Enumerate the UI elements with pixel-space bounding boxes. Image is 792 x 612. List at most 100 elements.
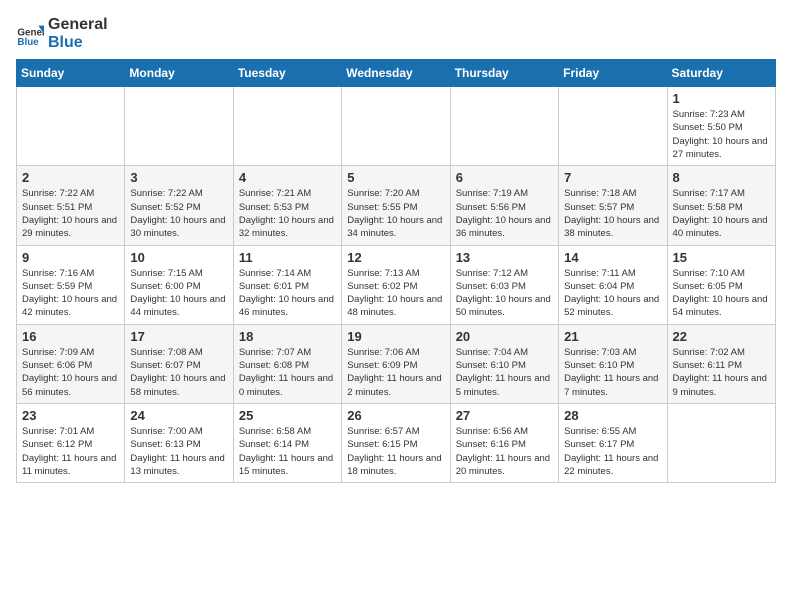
day-info: Sunrise: 7:10 AM Sunset: 6:05 PM Dayligh… <box>673 267 770 320</box>
calendar-cell: 23 Sunrise: 7:01 AM Sunset: 6:12 PM Dayli… <box>17 403 125 482</box>
calendar-cell: 20 Sunrise: 7:04 AM Sunset: 6:10 PM Dayli… <box>450 324 558 403</box>
day-number: 7 <box>564 170 661 185</box>
day-info: Sunrise: 7:00 AM Sunset: 6:13 PM Dayligh… <box>130 425 227 478</box>
day-info: Sunrise: 7:12 AM Sunset: 6:03 PM Dayligh… <box>456 267 553 320</box>
calendar-cell: 28 Sunrise: 6:55 AM Sunset: 6:17 PM Dayli… <box>559 403 667 482</box>
day-info: Sunrise: 7:07 AM Sunset: 6:08 PM Dayligh… <box>239 346 336 399</box>
calendar-week-3: 16 Sunrise: 7:09 AM Sunset: 6:06 PM Dayli… <box>17 324 776 403</box>
day-number: 8 <box>673 170 770 185</box>
day-info: Sunrise: 7:23 AM Sunset: 5:50 PM Dayligh… <box>673 108 770 161</box>
page-header: General Blue General Blue <box>16 16 776 51</box>
day-number: 24 <box>130 408 227 423</box>
day-number: 9 <box>22 250 119 265</box>
calendar-week-4: 23 Sunrise: 7:01 AM Sunset: 6:12 PM Dayli… <box>17 403 776 482</box>
calendar-cell: 13 Sunrise: 7:12 AM Sunset: 6:03 PM Dayli… <box>450 245 558 324</box>
day-header-saturday: Saturday <box>667 60 775 87</box>
day-number: 15 <box>673 250 770 265</box>
calendar-cell: 11 Sunrise: 7:14 AM Sunset: 6:01 PM Dayli… <box>233 245 341 324</box>
day-header-wednesday: Wednesday <box>342 60 450 87</box>
calendar-cell: 17 Sunrise: 7:08 AM Sunset: 6:07 PM Dayli… <box>125 324 233 403</box>
day-number: 27 <box>456 408 553 423</box>
day-info: Sunrise: 7:18 AM Sunset: 5:57 PM Dayligh… <box>564 187 661 240</box>
calendar-cell <box>450 87 558 166</box>
calendar-cell: 10 Sunrise: 7:15 AM Sunset: 6:00 PM Dayli… <box>125 245 233 324</box>
calendar-cell: 27 Sunrise: 6:56 AM Sunset: 6:16 PM Dayli… <box>450 403 558 482</box>
calendar-cell: 26 Sunrise: 6:57 AM Sunset: 6:15 PM Dayli… <box>342 403 450 482</box>
day-header-friday: Friday <box>559 60 667 87</box>
logo-general: General <box>48 16 108 33</box>
calendar-week-1: 2Sunrise: 7:22 AM Sunset: 5:51 PM Daylig… <box>17 166 776 245</box>
day-info: Sunrise: 7:15 AM Sunset: 6:00 PM Dayligh… <box>130 267 227 320</box>
calendar-cell: 1 Sunrise: 7:23 AM Sunset: 5:50 PM Daylig… <box>667 87 775 166</box>
day-number: 20 <box>456 329 553 344</box>
calendar-cell: 25 Sunrise: 6:58 AM Sunset: 6:14 PM Dayli… <box>233 403 341 482</box>
day-info: Sunrise: 6:55 AM Sunset: 6:17 PM Dayligh… <box>564 425 661 478</box>
calendar-week-0: 1 Sunrise: 7:23 AM Sunset: 5:50 PM Daylig… <box>17 87 776 166</box>
day-number: 1 <box>673 91 770 106</box>
day-info: Sunrise: 7:06 AM Sunset: 6:09 PM Dayligh… <box>347 346 444 399</box>
day-info: Sunrise: 7:17 AM Sunset: 5:58 PM Dayligh… <box>673 187 770 240</box>
day-info: Sunrise: 6:58 AM Sunset: 6:14 PM Dayligh… <box>239 425 336 478</box>
calendar-header-row: SundayMondayTuesdayWednesdayThursdayFrid… <box>17 60 776 87</box>
day-info: Sunrise: 7:11 AM Sunset: 6:04 PM Dayligh… <box>564 267 661 320</box>
day-number: 5 <box>347 170 444 185</box>
calendar-cell: 2Sunrise: 7:22 AM Sunset: 5:51 PM Daylig… <box>17 166 125 245</box>
calendar-cell: 7 Sunrise: 7:18 AM Sunset: 5:57 PM Daylig… <box>559 166 667 245</box>
calendar-cell: 22 Sunrise: 7:02 AM Sunset: 6:11 PM Dayli… <box>667 324 775 403</box>
day-number: 11 <box>239 250 336 265</box>
day-number: 22 <box>673 329 770 344</box>
day-info: Sunrise: 7:19 AM Sunset: 5:56 PM Dayligh… <box>456 187 553 240</box>
day-number: 3 <box>130 170 227 185</box>
day-info: Sunrise: 7:13 AM Sunset: 6:02 PM Dayligh… <box>347 267 444 320</box>
day-info: Sunrise: 7:16 AM Sunset: 5:59 PM Dayligh… <box>22 267 119 320</box>
calendar-cell: 15 Sunrise: 7:10 AM Sunset: 6:05 PM Dayli… <box>667 245 775 324</box>
logo-blue: Blue <box>48 34 83 51</box>
day-info: Sunrise: 7:02 AM Sunset: 6:11 PM Dayligh… <box>673 346 770 399</box>
calendar-cell: 8 Sunrise: 7:17 AM Sunset: 5:58 PM Daylig… <box>667 166 775 245</box>
day-info: Sunrise: 6:56 AM Sunset: 6:16 PM Dayligh… <box>456 425 553 478</box>
calendar-cell: 3 Sunrise: 7:22 AM Sunset: 5:52 PM Daylig… <box>125 166 233 245</box>
day-number: 28 <box>564 408 661 423</box>
day-number: 25 <box>239 408 336 423</box>
calendar-cell: 21Sunrise: 7:03 AM Sunset: 6:10 PM Dayli… <box>559 324 667 403</box>
day-number: 19 <box>347 329 444 344</box>
day-header-sunday: Sunday <box>17 60 125 87</box>
day-info: Sunrise: 7:08 AM Sunset: 6:07 PM Dayligh… <box>130 346 227 399</box>
day-info: Sunrise: 7:09 AM Sunset: 6:06 PM Dayligh… <box>22 346 119 399</box>
day-number: 10 <box>130 250 227 265</box>
day-info: Sunrise: 7:22 AM Sunset: 5:52 PM Dayligh… <box>130 187 227 240</box>
calendar-table: SundayMondayTuesdayWednesdayThursdayFrid… <box>16 59 776 483</box>
day-info: Sunrise: 7:14 AM Sunset: 6:01 PM Dayligh… <box>239 267 336 320</box>
calendar-cell: 24 Sunrise: 7:00 AM Sunset: 6:13 PM Dayli… <box>125 403 233 482</box>
calendar-cell <box>667 403 775 482</box>
day-header-tuesday: Tuesday <box>233 60 341 87</box>
svg-text:Blue: Blue <box>17 37 39 48</box>
day-header-thursday: Thursday <box>450 60 558 87</box>
calendar-cell: 5 Sunrise: 7:20 AM Sunset: 5:55 PM Daylig… <box>342 166 450 245</box>
day-number: 6 <box>456 170 553 185</box>
day-number: 4 <box>239 170 336 185</box>
calendar-cell: 14Sunrise: 7:11 AM Sunset: 6:04 PM Dayli… <box>559 245 667 324</box>
day-info: Sunrise: 7:03 AM Sunset: 6:10 PM Dayligh… <box>564 346 661 399</box>
calendar-cell <box>559 87 667 166</box>
calendar-cell <box>125 87 233 166</box>
day-info: Sunrise: 6:57 AM Sunset: 6:15 PM Dayligh… <box>347 425 444 478</box>
day-info: Sunrise: 7:04 AM Sunset: 6:10 PM Dayligh… <box>456 346 553 399</box>
day-info: Sunrise: 7:20 AM Sunset: 5:55 PM Dayligh… <box>347 187 444 240</box>
calendar-cell: 16 Sunrise: 7:09 AM Sunset: 6:06 PM Dayli… <box>17 324 125 403</box>
day-info: Sunrise: 7:01 AM Sunset: 6:12 PM Dayligh… <box>22 425 119 478</box>
logo-icon: General Blue <box>16 20 44 48</box>
calendar-cell: 12 Sunrise: 7:13 AM Sunset: 6:02 PM Dayli… <box>342 245 450 324</box>
day-info: Sunrise: 7:21 AM Sunset: 5:53 PM Dayligh… <box>239 187 336 240</box>
day-header-monday: Monday <box>125 60 233 87</box>
day-number: 13 <box>456 250 553 265</box>
calendar-cell: 19 Sunrise: 7:06 AM Sunset: 6:09 PM Dayli… <box>342 324 450 403</box>
calendar-cell <box>342 87 450 166</box>
day-number: 12 <box>347 250 444 265</box>
day-number: 17 <box>130 329 227 344</box>
calendar-cell: 18Sunrise: 7:07 AM Sunset: 6:08 PM Dayli… <box>233 324 341 403</box>
day-number: 16 <box>22 329 119 344</box>
day-number: 23 <box>22 408 119 423</box>
calendar-cell <box>17 87 125 166</box>
day-number: 26 <box>347 408 444 423</box>
